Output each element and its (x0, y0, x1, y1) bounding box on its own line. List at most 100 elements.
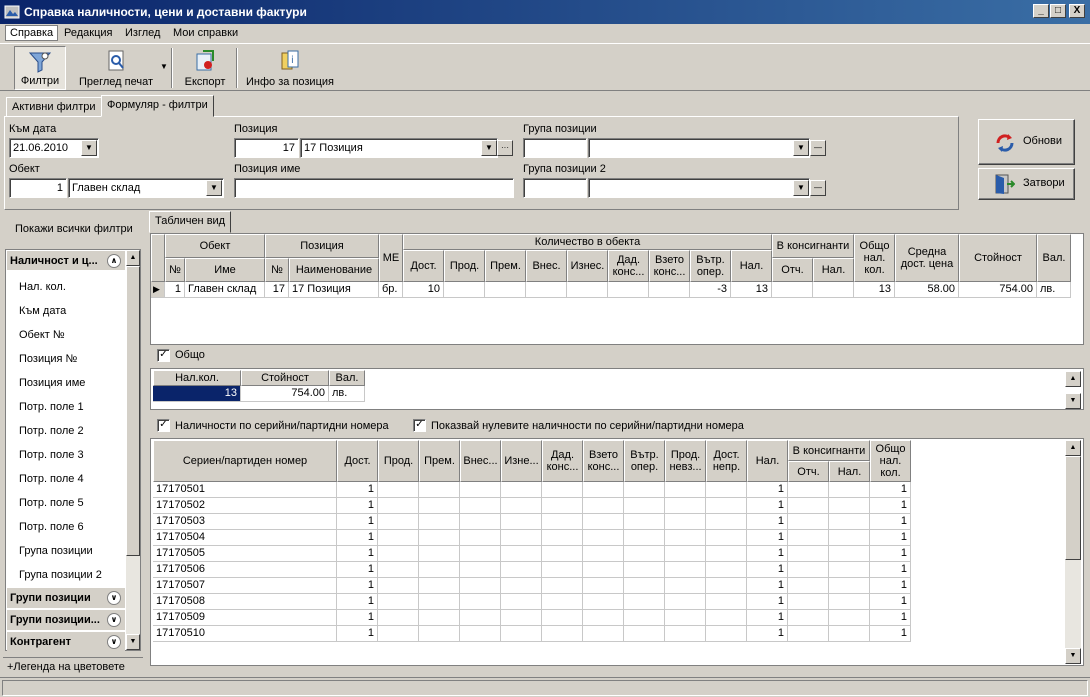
cell-serial[interactable]: 17170506 (153, 562, 337, 578)
chevron-down-icon[interactable]: ▼ (206, 180, 222, 196)
cell-s-prem[interactable] (419, 594, 460, 610)
cell-s-taken-consig[interactable] (583, 626, 624, 642)
cell-s-delivered-not-received[interactable] (706, 498, 747, 514)
cell-s-dost[interactable]: 1 (337, 530, 378, 546)
maximize-button[interactable]: □ (1050, 4, 1066, 18)
cell-s-prem[interactable] (419, 562, 460, 578)
object-name-select[interactable]: Главен склад (68, 178, 224, 198)
scroll-down-icon[interactable]: ▼ (1065, 393, 1081, 409)
cell-s-nal[interactable]: 1 (747, 578, 788, 594)
cell-s-taken-consig[interactable] (583, 498, 624, 514)
cell-s-vnes[interactable] (460, 498, 501, 514)
cell-s-internal-op[interactable] (624, 626, 665, 642)
cell-s-vnes[interactable] (460, 530, 501, 546)
cell-s-izne[interactable] (501, 594, 542, 610)
cell-s-consig-nal[interactable] (829, 498, 870, 514)
cell-s-vnes[interactable] (460, 578, 501, 594)
cell-s-consig-nal[interactable] (829, 530, 870, 546)
cell-s-internal-op[interactable] (624, 530, 665, 546)
cell-s-taken-consig[interactable] (583, 594, 624, 610)
cell-s-internal-op[interactable] (624, 482, 665, 498)
cell-s-izne[interactable] (501, 562, 542, 578)
cell-consig-otch[interactable] (772, 282, 813, 298)
cell-s-nal[interactable]: 1 (747, 514, 788, 530)
menu-my-reports[interactable]: Мои справки (169, 25, 242, 41)
filter-item[interactable]: Обект № (19, 323, 65, 347)
cell-s-taken-consig[interactable] (583, 578, 624, 594)
cell-position-name[interactable]: 17 Позиция (289, 282, 379, 298)
cell-s-nal[interactable]: 1 (747, 546, 788, 562)
cell-s-given-consig[interactable] (542, 626, 583, 642)
cell-s-delivered-not-received[interactable] (706, 482, 747, 498)
cell-s-prem[interactable] (419, 546, 460, 562)
cell-s-consig-nal[interactable] (829, 610, 870, 626)
cell-s-delivered-not-received[interactable] (706, 514, 747, 530)
filter-item[interactable]: Към дата (19, 299, 66, 323)
cell-s-sold-not-taken[interactable] (665, 482, 706, 498)
cell-s-vnes[interactable] (460, 626, 501, 642)
serial-stock-checkbox[interactable]: ✓ (157, 419, 170, 432)
filters-button[interactable]: Филтри (14, 46, 66, 90)
cell-s-dost[interactable]: 1 (337, 578, 378, 594)
cell-nal[interactable]: 13 (731, 282, 772, 298)
chevron-down-icon[interactable]: ▼ (793, 140, 809, 156)
scroll-down-icon[interactable]: ▼ (1065, 648, 1081, 664)
cell-iznes[interactable] (567, 282, 608, 298)
cell-s-internal-op[interactable] (624, 594, 665, 610)
cell-s-prod[interactable] (378, 530, 419, 546)
filter-item[interactable]: Потр. поле 5 (19, 491, 84, 515)
chevron-down-icon[interactable]: ▼ (481, 140, 497, 156)
cell-value[interactable]: 754.00 (959, 282, 1037, 298)
chevron-down-icon[interactable]: ▼ (160, 62, 168, 71)
cell-serial[interactable]: 17170503 (153, 514, 337, 530)
total-qty-cell[interactable]: 13 (153, 386, 241, 402)
close-form-button[interactable]: Затвори (978, 168, 1075, 200)
cell-s-nal[interactable]: 1 (747, 626, 788, 642)
ellipsis-icon[interactable]: ··· (497, 140, 513, 156)
cell-s-consig-otch[interactable] (788, 594, 829, 610)
cell-s-given-consig[interactable] (542, 578, 583, 594)
scroll-down-icon[interactable]: ▼ (126, 634, 140, 650)
cell-s-prod[interactable] (378, 610, 419, 626)
scroll-up-icon[interactable]: ▲ (126, 250, 140, 266)
cell-s-prem[interactable] (419, 498, 460, 514)
cell-s-internal-op[interactable] (624, 578, 665, 594)
scroll-thumb[interactable] (126, 266, 140, 556)
cell-s-prod[interactable] (378, 514, 419, 530)
chevron-down-icon[interactable]: ▼ (81, 140, 97, 156)
cell-s-izne[interactable] (501, 610, 542, 626)
serial-scrollbar[interactable]: ▲ ▼ (1065, 440, 1081, 664)
cell-s-nal[interactable]: 1 (747, 482, 788, 498)
cell-s-given-consig[interactable] (542, 498, 583, 514)
cell-s-consig-otch[interactable] (788, 610, 829, 626)
cell-s-consig-otch[interactable] (788, 626, 829, 642)
menu-report[interactable]: Справка (5, 25, 59, 41)
filter-item[interactable]: Потр. поле 6 (19, 515, 84, 539)
cell-s-internal-op[interactable] (624, 610, 665, 626)
group-stock-prices[interactable]: Наличност и ц... ∧ (7, 251, 125, 271)
cell-dost[interactable]: 10 (403, 282, 444, 298)
cell-s-consig-nal[interactable] (829, 482, 870, 498)
cell-s-dost[interactable]: 1 (337, 498, 378, 514)
cell-s-given-consig[interactable] (542, 594, 583, 610)
menu-edit[interactable]: Редакция (60, 25, 116, 41)
cell-s-given-consig[interactable] (542, 546, 583, 562)
cell-s-delivered-not-received[interactable] (706, 578, 747, 594)
cell-s-sold-not-taken[interactable] (665, 498, 706, 514)
filter-item[interactable]: Потр. поле 1 (19, 395, 84, 419)
cell-s-nal[interactable]: 1 (747, 594, 788, 610)
filter-item[interactable]: Група позиции (19, 539, 93, 563)
cell-s-vnes[interactable] (460, 546, 501, 562)
total-value-cell[interactable]: 754.00 (241, 386, 329, 402)
cell-s-vnes[interactable] (460, 610, 501, 626)
cell-currency[interactable]: лв. (1037, 282, 1071, 298)
cell-s-prod[interactable] (378, 594, 419, 610)
clear-icon[interactable]: — (810, 180, 826, 196)
cell-s-consig-otch[interactable] (788, 546, 829, 562)
sidebar-scrollbar[interactable]: ▲ ▼ (126, 250, 140, 650)
close-button[interactable]: X (1069, 4, 1085, 18)
total-currency-cell[interactable]: лв. (329, 386, 365, 402)
cell-consig-nal[interactable] (813, 282, 854, 298)
cell-s-dost[interactable]: 1 (337, 594, 378, 610)
clear-icon[interactable]: — (810, 140, 826, 156)
